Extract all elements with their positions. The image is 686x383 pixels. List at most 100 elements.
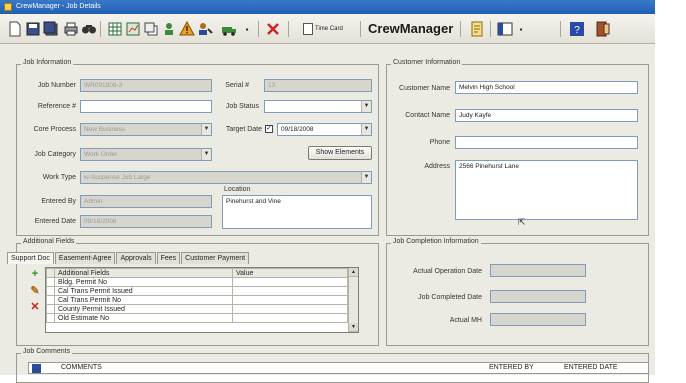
grid-icon[interactable] xyxy=(106,20,124,38)
tab-customer-payment[interactable]: Customer Payment xyxy=(181,252,250,264)
save-all-icon[interactable] xyxy=(42,20,60,38)
job-completed-date-field[interactable] xyxy=(490,290,586,303)
comments-grid-icon[interactable] xyxy=(32,364,41,373)
serial-label: Serial # xyxy=(225,82,249,89)
job-details-window: CrewManager - Job Details ▪ Time Card Cr… xyxy=(0,0,686,383)
help-icon[interactable]: ? xyxy=(568,20,586,38)
job-completed-date-label: Job Completed Date xyxy=(418,294,482,301)
actual-operation-date-field[interactable] xyxy=(490,264,586,277)
mouse-cursor-icon: ⇱ xyxy=(518,217,526,227)
notes-icon[interactable] xyxy=(468,20,486,38)
job-category-dropdown-icon[interactable]: ▼ xyxy=(201,149,211,160)
contact-name-field[interactable]: Judy Kayfe xyxy=(455,109,638,122)
target-date-picker[interactable]: 09/18/2008 ▼ xyxy=(277,123,372,136)
additional-fields-title: Additional Fields xyxy=(21,238,77,245)
dispatch-dropdown-icon[interactable]: ▪ xyxy=(238,20,256,38)
phone-label: Phone xyxy=(429,139,450,146)
phone-field[interactable] xyxy=(455,136,638,149)
work-type-dropdown-icon[interactable]: ▼ xyxy=(361,172,371,183)
core-process-label: Core Process xyxy=(33,126,76,133)
table-row[interactable]: County Permit Issued xyxy=(46,304,348,314)
row-selector[interactable] xyxy=(46,277,55,287)
row-selector[interactable] xyxy=(46,286,55,296)
find-icon[interactable] xyxy=(80,20,98,38)
exit-icon[interactable] xyxy=(594,20,612,38)
column-header-comments[interactable]: COMMENTS xyxy=(61,364,102,371)
reference-label: Reference # xyxy=(37,103,76,110)
field-value-cell[interactable] xyxy=(232,286,348,296)
row-selector[interactable] xyxy=(46,304,55,314)
field-name-cell[interactable]: Old Estimate No xyxy=(54,313,233,323)
job-status-select[interactable]: ▼ xyxy=(264,100,372,113)
customer-information-title: Customer Information xyxy=(391,59,463,66)
save-icon[interactable] xyxy=(24,20,42,38)
job-category-select[interactable]: Work Order ▼ xyxy=(80,148,212,161)
edit-field-icon[interactable]: ✎ xyxy=(29,284,41,297)
core-process-select[interactable]: New Business ▼ xyxy=(80,123,212,136)
show-elements-button[interactable]: Show Elements xyxy=(308,146,372,160)
column-header-value[interactable]: Value xyxy=(232,268,348,278)
field-name-cell[interactable]: Cal Trans Permit No xyxy=(54,295,233,305)
address-field[interactable]: 2566 Pinehurst Lane xyxy=(455,160,638,220)
entered-date-field[interactable]: 09/18/2008 xyxy=(80,215,212,228)
field-name-cell[interactable]: County Permit Issued xyxy=(54,304,233,314)
target-date-dropdown-icon[interactable]: ▼ xyxy=(361,124,371,135)
scroll-down-icon[interactable]: ▼ xyxy=(349,323,358,332)
time-card-button[interactable]: Time Card xyxy=(303,22,343,36)
customer-name-field[interactable]: Melvin High School xyxy=(455,81,638,94)
work-type-select[interactable]: w-Suspense Job Large ▼ xyxy=(80,171,372,184)
print-icon[interactable] xyxy=(62,20,80,38)
column-header-entered-date[interactable]: ENTERED DATE xyxy=(564,364,618,371)
field-name-cell[interactable]: Cal Trans Permit Issued xyxy=(54,286,233,296)
assign-icon[interactable] xyxy=(196,20,214,38)
field-value-cell[interactable] xyxy=(232,295,348,305)
scroll-up-icon[interactable]: ▲ xyxy=(349,268,358,277)
new-icon[interactable] xyxy=(6,20,24,38)
row-selector[interactable] xyxy=(46,295,55,305)
entered-by-field[interactable]: Admin xyxy=(80,195,212,208)
job-information-title: Job Information xyxy=(21,59,74,66)
additional-fields-grid[interactable]: Additional Fields Value Bldg. Permit No … xyxy=(45,267,359,333)
warning-icon[interactable] xyxy=(178,20,196,38)
row-selector[interactable] xyxy=(46,313,55,323)
view-dropdown-icon[interactable]: ▪ xyxy=(512,20,530,38)
tab-easement-agree[interactable]: Easement-Agree xyxy=(54,252,116,264)
core-process-dropdown-icon[interactable]: ▼ xyxy=(201,124,211,135)
contact-name-label: Contact Name xyxy=(405,112,450,119)
field-value-cell[interactable] xyxy=(232,304,348,314)
svg-text:?: ? xyxy=(574,25,580,36)
column-header-entered-by[interactable]: ENTERED BY xyxy=(489,364,534,371)
report-icon[interactable] xyxy=(124,20,142,38)
serial-field[interactable]: 13 xyxy=(264,79,372,92)
actual-mh-label: Actual MH xyxy=(449,317,482,324)
delete-icon[interactable] xyxy=(264,20,282,38)
table-row[interactable]: Cal Trans Permit No xyxy=(46,295,348,305)
row-selector-header xyxy=(46,268,55,278)
table-row[interactable]: Old Estimate No xyxy=(46,313,348,323)
tab-approvals[interactable]: Approvals xyxy=(116,252,156,264)
crew-icon[interactable] xyxy=(160,20,178,38)
tab-support-doc[interactable]: Support Doc xyxy=(7,252,54,264)
core-process-value: New Business xyxy=(84,126,126,133)
job-completion-title: Job Completion Information xyxy=(391,238,481,245)
location-label: Location xyxy=(224,186,251,193)
job-status-dropdown-icon[interactable]: ▼ xyxy=(361,101,371,112)
grid-scrollbar[interactable]: ▲ ▼ xyxy=(348,268,358,332)
field-value-cell[interactable] xyxy=(232,277,348,287)
column-header-additional-fields[interactable]: Additional Fields xyxy=(54,268,233,278)
delete-field-icon[interactable]: ✕ xyxy=(29,300,41,313)
table-row[interactable]: Bldg. Permit No xyxy=(46,277,348,287)
dispatch-icon[interactable] xyxy=(220,20,238,38)
field-name-cell[interactable]: Bldg. Permit No xyxy=(54,277,233,287)
table-row[interactable]: Cal Trans Permit Issued xyxy=(46,286,348,296)
actual-mh-field[interactable] xyxy=(490,313,586,326)
copy-icon[interactable] xyxy=(142,20,160,38)
location-field[interactable]: Pinehurst and Vine xyxy=(222,195,372,229)
field-value-cell[interactable] xyxy=(232,313,348,323)
job-number-field[interactable]: WR091808-3 xyxy=(80,79,212,92)
actual-operation-date-label: Actual Operation Date xyxy=(413,268,482,275)
add-field-icon[interactable]: + xyxy=(29,268,41,280)
tab-fees[interactable]: Fees xyxy=(156,252,181,264)
reference-field[interactable] xyxy=(80,100,212,113)
target-date-checkbox[interactable]: ✓ xyxy=(265,125,273,133)
